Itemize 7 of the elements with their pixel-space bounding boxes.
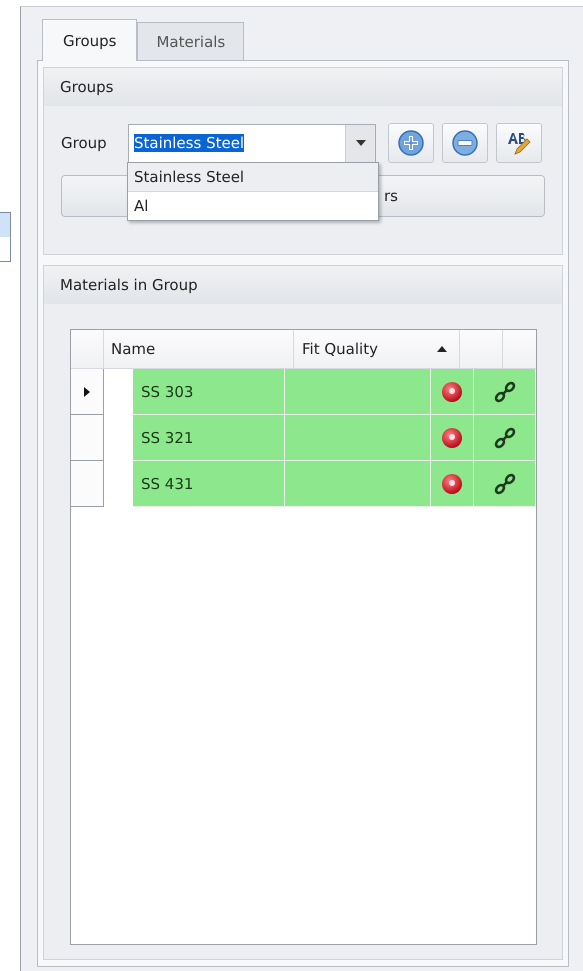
combo-value: Stainless Steel	[134, 134, 244, 152]
group-label: Group	[61, 134, 108, 152]
table-cell: SS 431	[133, 461, 285, 507]
table-cell: SS 303	[133, 369, 285, 415]
group-title: Groups	[60, 78, 114, 96]
group-title: Materials in Group	[60, 276, 198, 294]
table-cell: SS 321	[133, 415, 285, 461]
